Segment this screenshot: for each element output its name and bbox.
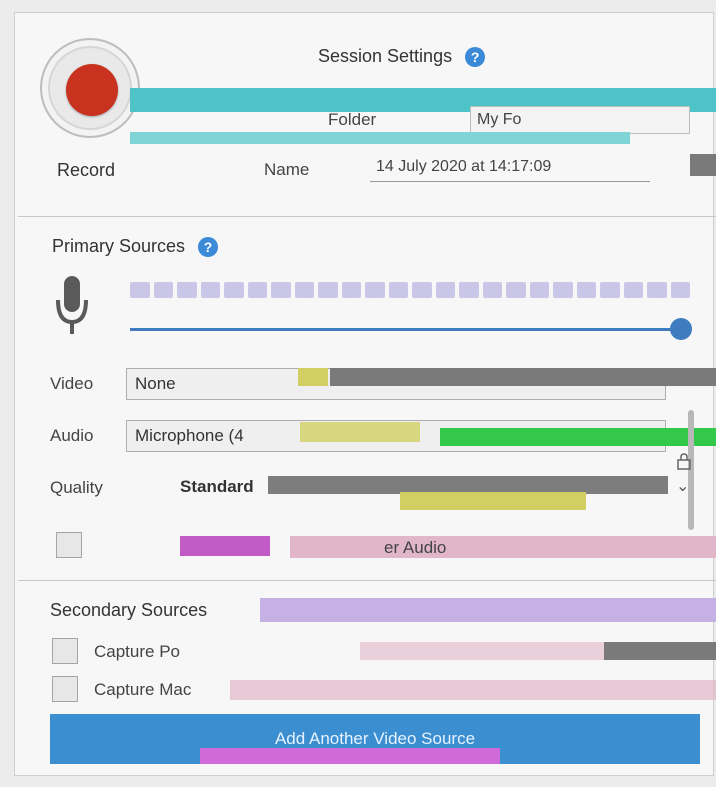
capture-audio-checkbox[interactable] (56, 532, 82, 558)
glitch-bar (290, 536, 716, 558)
folder-label: Folder (328, 110, 377, 129)
section-divider (18, 580, 716, 581)
capture-screen-label: Capture Po (94, 642, 180, 661)
scrollbar-thumb[interactable] (688, 410, 694, 530)
glitch-bar (260, 598, 716, 622)
session-settings-title: Session Settings ? (318, 46, 486, 68)
name-label: Name (264, 160, 310, 179)
quality-label: Quality (50, 478, 103, 497)
glitch-bar (604, 642, 716, 660)
capture-mac-checkbox[interactable] (52, 676, 78, 702)
glitch-bar (230, 680, 716, 700)
glitch-bar (300, 422, 420, 442)
glitch-bar (440, 428, 716, 446)
volume-slider-thumb[interactable] (670, 318, 692, 340)
capture-audio-label: er Audio (384, 538, 447, 557)
glitch-bar (400, 492, 586, 510)
volume-slider-track[interactable] (130, 328, 680, 331)
chevron-down-icon[interactable]: ⌄ (676, 476, 689, 496)
video-label: Video (50, 374, 94, 393)
name-field-end (690, 154, 716, 176)
lock-icon (677, 453, 691, 470)
record-button[interactable] (40, 38, 140, 138)
folder-underline (130, 132, 630, 144)
audio-label: Audio (50, 426, 94, 445)
name-field[interactable]: 14 July 2020 at 14:17:09 (370, 154, 650, 182)
audio-level-meter (130, 282, 690, 298)
record-label: Record (57, 160, 116, 180)
glitch-bar (200, 748, 500, 764)
capture-screen-checkbox[interactable] (52, 638, 78, 664)
capture-mac-label: Capture Mac (94, 680, 192, 699)
glitch-bar (180, 536, 270, 556)
help-icon[interactable]: ? (198, 237, 219, 258)
glitch-bar (298, 368, 328, 386)
secondary-sources-title: Secondary Sources (50, 600, 208, 620)
help-icon[interactable]: ? (465, 47, 486, 68)
folder-field[interactable]: My Fo (470, 106, 690, 134)
session-settings-label: Session Settings (318, 46, 453, 66)
primary-sources-label: Primary Sources (52, 236, 186, 256)
primary-sources-title: Primary Sources ? (52, 236, 219, 258)
glitch-bar (360, 642, 604, 660)
section-divider (18, 216, 716, 217)
glitch-bar (330, 368, 716, 386)
microphone-icon (56, 276, 88, 334)
record-dot-icon (66, 64, 118, 116)
